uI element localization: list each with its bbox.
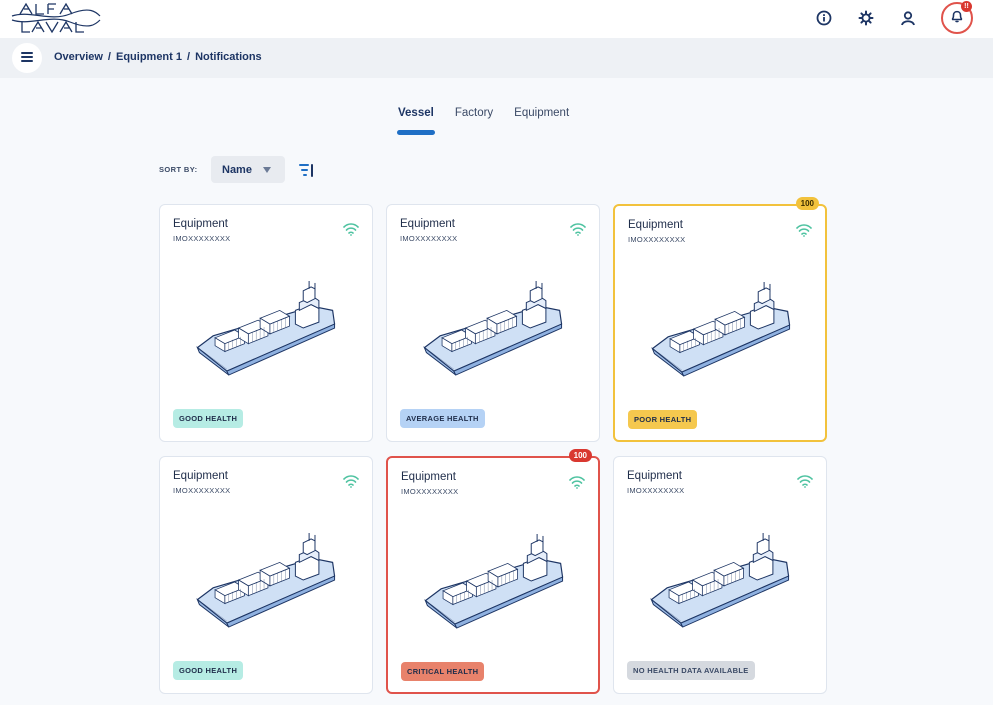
card-title: Equipment xyxy=(173,218,228,230)
hamburger-icon xyxy=(21,49,33,67)
breadcrumb-item-notifications: Notifications xyxy=(195,51,262,63)
vessel-illustration xyxy=(423,281,563,376)
category-tabs: Vessel Factory Equipment xyxy=(397,107,569,135)
notification-badge: !! xyxy=(961,1,972,12)
card-imo: IMOXXXXXXXX xyxy=(627,486,685,495)
tab-vessel[interactable]: Vessel xyxy=(397,107,435,135)
health-status-badge: GOOD HEALTH xyxy=(173,409,244,428)
breadcrumb-item-equipment[interactable]: Equipment 1 xyxy=(116,51,182,63)
notifications-button[interactable]: !! xyxy=(941,1,973,34)
vessel-illustration xyxy=(424,534,564,629)
vessel-illustration xyxy=(650,533,790,628)
health-status-badge: NO HEALTH DATA AVAILABLE xyxy=(627,661,755,680)
vessel-illustration xyxy=(651,282,791,377)
card-imo: IMOXXXXXXXX xyxy=(173,234,231,243)
card-imo: IMOXXXXXXXX xyxy=(628,235,686,244)
equipment-card[interactable]: Equipment IMOXXXXXXXX GOOD HEALTH xyxy=(159,204,373,442)
settings-gear-icon[interactable] xyxy=(854,6,878,30)
equipment-card[interactable]: 100 Equipment IMOXXXXXXXX POOR HEALTH xyxy=(613,197,827,442)
signal-icon xyxy=(343,475,359,488)
chevron-down-icon xyxy=(263,167,271,173)
signal-icon xyxy=(569,476,585,489)
info-icon[interactable] xyxy=(812,6,836,30)
user-icon[interactable] xyxy=(896,6,920,30)
hamburger-menu-button[interactable] xyxy=(12,43,42,73)
health-status-badge: POOR HEALTH xyxy=(628,410,698,429)
sort-by-label: SORT BY: xyxy=(159,165,198,174)
breadcrumb-item-overview[interactable]: Overview xyxy=(54,51,103,63)
card-title: Equipment xyxy=(400,218,455,230)
card-title: Equipment xyxy=(401,471,456,483)
equipment-card[interactable]: Equipment IMOXXXXXXXX GOOD HEALTH xyxy=(159,456,373,694)
top-bar: !! xyxy=(0,0,993,38)
card-title: Equipment xyxy=(173,470,228,482)
card-title: Equipment xyxy=(627,470,682,482)
alert-count-badge: 100 xyxy=(795,197,819,210)
signal-icon xyxy=(343,223,359,236)
equipment-card[interactable]: 100 Equipment IMOXXXXXXXX CRITICAL HEALT… xyxy=(386,449,600,694)
card-title: Equipment xyxy=(628,219,683,231)
breadcrumb: Overview / Equipment 1 / Notifications xyxy=(54,51,262,63)
alfa-laval-logo[interactable] xyxy=(10,2,102,34)
tab-equipment[interactable]: Equipment xyxy=(514,107,569,127)
signal-icon xyxy=(796,224,812,237)
bell-icon xyxy=(950,9,964,28)
card-imo: IMOXXXXXXXX xyxy=(173,486,231,495)
sort-selected-value: Name xyxy=(222,163,252,176)
equipment-card[interactable]: Equipment IMOXXXXXXXX NO HEALTH DATA AVA… xyxy=(613,456,827,694)
health-status-badge: GOOD HEALTH xyxy=(173,661,244,680)
breadcrumb-separator: / xyxy=(187,51,191,63)
health-status-badge: AVERAGE HEALTH xyxy=(400,409,485,428)
card-imo: IMOXXXXXXXX xyxy=(400,234,458,243)
equipment-card[interactable]: Equipment IMOXXXXXXXX AVERAGE HEALTH xyxy=(386,204,600,442)
sort-order-button[interactable] xyxy=(297,161,315,179)
breadcrumb-separator: / xyxy=(107,51,111,63)
vessel-illustration xyxy=(196,281,336,376)
health-status-badge: CRITICAL HEALTH xyxy=(401,662,485,681)
tab-factory[interactable]: Factory xyxy=(455,107,493,127)
sort-lines-icon xyxy=(297,164,315,183)
signal-icon xyxy=(570,223,586,236)
sort-by-dropdown[interactable]: Name xyxy=(211,156,285,183)
vessel-illustration xyxy=(196,533,336,628)
breadcrumb-bar: Overview / Equipment 1 / Notifications xyxy=(0,38,993,78)
alert-count-badge: 100 xyxy=(568,449,592,462)
signal-icon xyxy=(797,475,813,488)
card-imo: IMOXXXXXXXX xyxy=(401,487,459,496)
